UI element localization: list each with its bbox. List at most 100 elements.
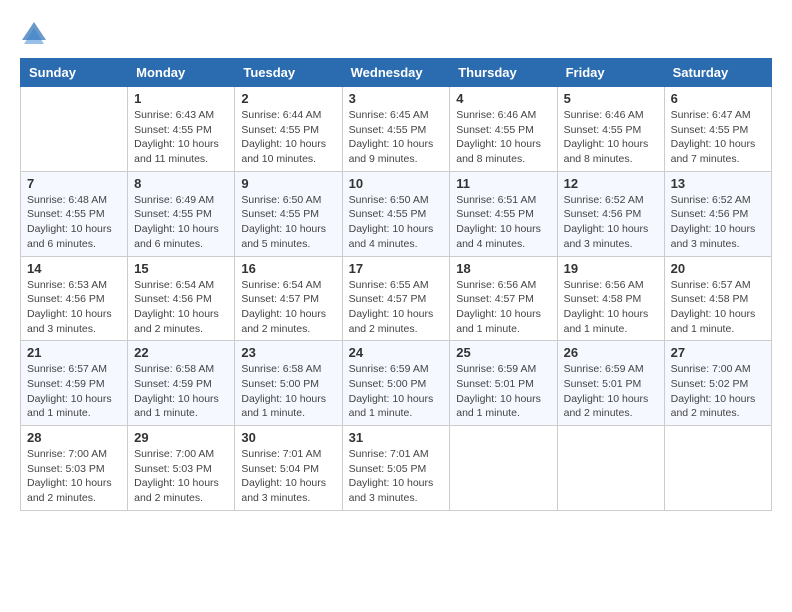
day-info: Sunrise: 6:59 AM Sunset: 5:01 PM Dayligh… (564, 362, 658, 421)
calendar-cell (21, 87, 128, 172)
day-number: 1 (134, 91, 228, 106)
calendar-cell: 13 Sunrise: 6:52 AM Sunset: 4:56 PM Dayli… (664, 171, 771, 256)
day-info: Sunrise: 6:59 AM Sunset: 5:00 PM Dayligh… (349, 362, 444, 421)
day-number: 9 (241, 176, 335, 191)
calendar-cell: 16 Sunrise: 6:54 AM Sunset: 4:57 PM Dayli… (235, 256, 342, 341)
weekday-header: Wednesday (342, 59, 450, 87)
day-number: 8 (134, 176, 228, 191)
calendar-cell: 1 Sunrise: 6:43 AM Sunset: 4:55 PM Daylig… (128, 87, 235, 172)
day-info: Sunrise: 6:54 AM Sunset: 4:56 PM Dayligh… (134, 278, 228, 337)
day-number: 25 (456, 345, 550, 360)
weekday-header: Friday (557, 59, 664, 87)
calendar-cell: 27 Sunrise: 7:00 AM Sunset: 5:02 PM Dayli… (664, 341, 771, 426)
day-number: 23 (241, 345, 335, 360)
day-info: Sunrise: 6:54 AM Sunset: 4:57 PM Dayligh… (241, 278, 335, 337)
day-number: 17 (349, 261, 444, 276)
day-info: Sunrise: 6:52 AM Sunset: 4:56 PM Dayligh… (564, 193, 658, 252)
day-info: Sunrise: 6:50 AM Sunset: 4:55 PM Dayligh… (241, 193, 335, 252)
calendar-cell: 29 Sunrise: 7:00 AM Sunset: 5:03 PM Dayli… (128, 426, 235, 511)
calendar-week-row: 21 Sunrise: 6:57 AM Sunset: 4:59 PM Dayli… (21, 341, 772, 426)
day-info: Sunrise: 6:47 AM Sunset: 4:55 PM Dayligh… (671, 108, 765, 167)
calendar-cell (557, 426, 664, 511)
day-number: 20 (671, 261, 765, 276)
calendar-week-row: 14 Sunrise: 6:53 AM Sunset: 4:56 PM Dayli… (21, 256, 772, 341)
calendar-cell (450, 426, 557, 511)
calendar-cell: 25 Sunrise: 6:59 AM Sunset: 5:01 PM Dayli… (450, 341, 557, 426)
day-number: 29 (134, 430, 228, 445)
calendar-cell: 15Sunrise: 6:54 AM Sunset: 4:56 PM Dayli… (128, 256, 235, 341)
calendar-table: SundayMondayTuesdayWednesdayThursdayFrid… (20, 58, 772, 511)
day-info: Sunrise: 6:45 AM Sunset: 4:55 PM Dayligh… (349, 108, 444, 167)
calendar-cell: 22 Sunrise: 6:58 AM Sunset: 4:59 PM Dayli… (128, 341, 235, 426)
calendar-cell: 3 Sunrise: 6:45 AM Sunset: 4:55 PM Daylig… (342, 87, 450, 172)
day-number: 4 (456, 91, 550, 106)
day-number: 11 (456, 176, 550, 191)
day-info: Sunrise: 7:01 AM Sunset: 5:05 PM Dayligh… (349, 447, 444, 506)
day-info: Sunrise: 7:00 AM Sunset: 5:03 PM Dayligh… (134, 447, 228, 506)
calendar-cell: 30Sunrise: 7:01 AM Sunset: 5:04 PM Dayli… (235, 426, 342, 511)
logo-icon (20, 20, 48, 48)
day-info: Sunrise: 6:49 AM Sunset: 4:55 PM Dayligh… (134, 193, 228, 252)
calendar-cell: 4 Sunrise: 6:46 AM Sunset: 4:55 PM Daylig… (450, 87, 557, 172)
day-number: 19 (564, 261, 658, 276)
day-number: 22 (134, 345, 228, 360)
weekday-header: Tuesday (235, 59, 342, 87)
day-info: Sunrise: 6:57 AM Sunset: 4:59 PM Dayligh… (27, 362, 121, 421)
day-number: 31 (349, 430, 444, 445)
day-number: 3 (349, 91, 444, 106)
calendar-cell: 14 Sunrise: 6:53 AM Sunset: 4:56 PM Dayli… (21, 256, 128, 341)
weekday-header: Monday (128, 59, 235, 87)
day-number: 24 (349, 345, 444, 360)
calendar-cell: 24 Sunrise: 6:59 AM Sunset: 5:00 PM Dayli… (342, 341, 450, 426)
day-number: 5 (564, 91, 658, 106)
day-number: 7 (27, 176, 121, 191)
day-info: Sunrise: 6:56 AM Sunset: 4:57 PM Dayligh… (456, 278, 550, 337)
calendar-cell: 8 Sunrise: 6:49 AM Sunset: 4:55 PM Daylig… (128, 171, 235, 256)
weekday-header: Thursday (450, 59, 557, 87)
day-number: 27 (671, 345, 765, 360)
day-number: 12 (564, 176, 658, 191)
day-info: Sunrise: 6:52 AM Sunset: 4:56 PM Dayligh… (671, 193, 765, 252)
calendar-cell: 2 Sunrise: 6:44 AM Sunset: 4:55 PM Daylig… (235, 87, 342, 172)
day-number: 26 (564, 345, 658, 360)
calendar-header-row: SundayMondayTuesdayWednesdayThursdayFrid… (21, 59, 772, 87)
calendar-cell: 12 Sunrise: 6:52 AM Sunset: 4:56 PM Dayli… (557, 171, 664, 256)
calendar-cell: 21 Sunrise: 6:57 AM Sunset: 4:59 PM Dayli… (21, 341, 128, 426)
day-number: 21 (27, 345, 121, 360)
calendar-cell: 6Sunrise: 6:47 AM Sunset: 4:55 PM Daylig… (664, 87, 771, 172)
calendar-cell: 5 Sunrise: 6:46 AM Sunset: 4:55 PM Daylig… (557, 87, 664, 172)
day-info: Sunrise: 6:48 AM Sunset: 4:55 PM Dayligh… (27, 193, 121, 252)
day-number: 14 (27, 261, 121, 276)
day-info: Sunrise: 6:46 AM Sunset: 4:55 PM Dayligh… (564, 108, 658, 167)
day-info: Sunrise: 6:44 AM Sunset: 4:55 PM Dayligh… (241, 108, 335, 167)
day-info: Sunrise: 6:53 AM Sunset: 4:56 PM Dayligh… (27, 278, 121, 337)
calendar-cell: 19 Sunrise: 6:56 AM Sunset: 4:58 PM Dayli… (557, 256, 664, 341)
calendar-week-row: 7 Sunrise: 6:48 AM Sunset: 4:55 PM Daylig… (21, 171, 772, 256)
weekday-header: Saturday (664, 59, 771, 87)
day-info: Sunrise: 7:00 AM Sunset: 5:03 PM Dayligh… (27, 447, 121, 506)
day-info: Sunrise: 6:50 AM Sunset: 4:55 PM Dayligh… (349, 193, 444, 252)
day-info: Sunrise: 7:00 AM Sunset: 5:02 PM Dayligh… (671, 362, 765, 421)
day-info: Sunrise: 6:51 AM Sunset: 4:55 PM Dayligh… (456, 193, 550, 252)
calendar-week-row: 1 Sunrise: 6:43 AM Sunset: 4:55 PM Daylig… (21, 87, 772, 172)
calendar-cell: 10 Sunrise: 6:50 AM Sunset: 4:55 PM Dayli… (342, 171, 450, 256)
calendar-cell (664, 426, 771, 511)
day-number: 13 (671, 176, 765, 191)
day-info: Sunrise: 6:59 AM Sunset: 5:01 PM Dayligh… (456, 362, 550, 421)
day-number: 10 (349, 176, 444, 191)
day-info: Sunrise: 6:56 AM Sunset: 4:58 PM Dayligh… (564, 278, 658, 337)
weekday-header: Sunday (21, 59, 128, 87)
day-info: Sunrise: 6:43 AM Sunset: 4:55 PM Dayligh… (134, 108, 228, 167)
calendar-cell: 11 Sunrise: 6:51 AM Sunset: 4:55 PM Dayli… (450, 171, 557, 256)
day-number: 28 (27, 430, 121, 445)
day-info: Sunrise: 6:58 AM Sunset: 5:00 PM Dayligh… (241, 362, 335, 421)
day-info: Sunrise: 6:55 AM Sunset: 4:57 PM Dayligh… (349, 278, 444, 337)
day-info: Sunrise: 6:58 AM Sunset: 4:59 PM Dayligh… (134, 362, 228, 421)
day-number: 16 (241, 261, 335, 276)
calendar-cell: 23 Sunrise: 6:58 AM Sunset: 5:00 PM Dayli… (235, 341, 342, 426)
day-info: Sunrise: 6:57 AM Sunset: 4:58 PM Dayligh… (671, 278, 765, 337)
calendar-cell: 18Sunrise: 6:56 AM Sunset: 4:57 PM Dayli… (450, 256, 557, 341)
day-info: Sunrise: 6:46 AM Sunset: 4:55 PM Dayligh… (456, 108, 550, 167)
day-number: 2 (241, 91, 335, 106)
day-number: 30 (241, 430, 335, 445)
